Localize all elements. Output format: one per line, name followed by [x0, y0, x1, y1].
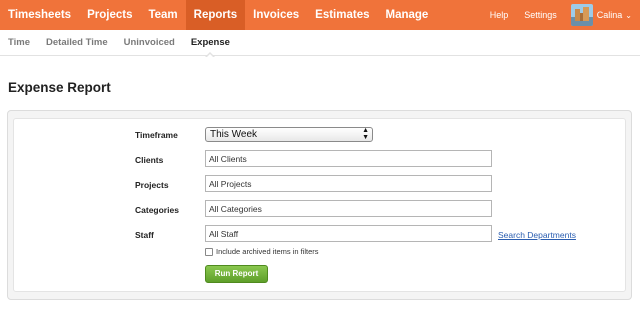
- nav-reports[interactable]: Reports: [185, 0, 246, 30]
- timeframe-label: Timeframe: [135, 130, 178, 140]
- nav-projects[interactable]: Projects: [79, 0, 140, 30]
- tab-detailed-time[interactable]: Detailed Time: [38, 30, 116, 56]
- categories-field[interactable]: [205, 200, 492, 217]
- staff-field[interactable]: [205, 225, 492, 242]
- nav-manage[interactable]: Manage: [378, 0, 437, 30]
- tab-expense[interactable]: Expense: [183, 30, 238, 58]
- include-archived-label: Include archived items in filters: [216, 247, 319, 256]
- timeframe-selected-value: This Week: [210, 129, 258, 140]
- categories-label: Categories: [135, 205, 179, 215]
- tab-time[interactable]: Time: [0, 30, 38, 56]
- projects-label: Projects: [135, 180, 169, 190]
- clients-label: Clients: [135, 155, 164, 165]
- nav-invoices[interactable]: Invoices: [245, 0, 307, 30]
- select-arrows-icon: ▲ ▼: [362, 127, 369, 141]
- nav-team[interactable]: Team: [140, 0, 185, 30]
- nav-estimates[interactable]: Estimates: [307, 0, 377, 30]
- staff-label: Staff: [135, 230, 154, 240]
- page-title: Expense Report: [8, 80, 111, 95]
- nav-timesheets[interactable]: Timesheets: [0, 0, 79, 30]
- chevron-down-icon[interactable]: ⌄: [625, 11, 632, 20]
- help-link[interactable]: Help: [490, 10, 509, 20]
- include-archived-checkbox[interactable]: [205, 248, 213, 256]
- user-utilities: Help Settings Calina ⌄: [474, 0, 632, 30]
- user-menu[interactable]: Calina: [597, 10, 623, 20]
- settings-link[interactable]: Settings: [524, 10, 557, 20]
- timeframe-select[interactable]: This Week ▲ ▼: [205, 127, 373, 142]
- top-navigation-bar: Timesheets Projects Team Reports Invoice…: [0, 0, 640, 30]
- reports-subnav: Time Detailed Time Uninvoiced Expense: [0, 30, 640, 58]
- run-report-button[interactable]: Run Report: [205, 265, 268, 283]
- tab-uninvoiced[interactable]: Uninvoiced: [116, 30, 183, 56]
- clients-field[interactable]: [205, 150, 492, 167]
- main-nav: Timesheets Projects Team Reports Invoice…: [0, 0, 436, 30]
- search-departments-link[interactable]: Search Departments: [498, 230, 576, 240]
- projects-field[interactable]: [205, 175, 492, 192]
- avatar-image-icon: [570, 4, 593, 26]
- avatar[interactable]: [570, 4, 593, 26]
